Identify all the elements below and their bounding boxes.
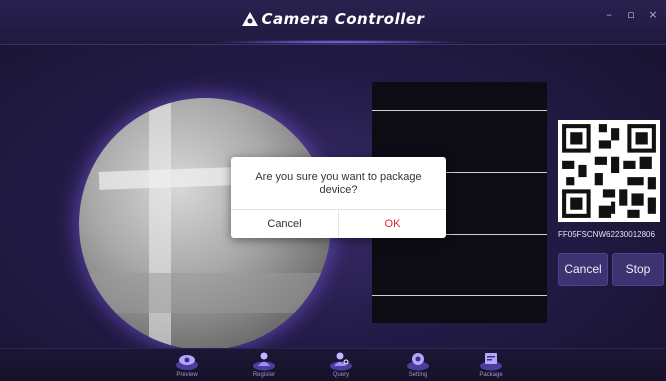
nav-label: Query bbox=[332, 372, 350, 378]
minimize-button[interactable]: – bbox=[602, 8, 616, 21]
app-title: Camera Controller bbox=[261, 10, 425, 28]
app-title-container: Camera Controller bbox=[0, 10, 666, 28]
app-window: Camera Controller – ▫ × FF05FSCNW6223001… bbox=[0, 0, 666, 381]
user-icon bbox=[253, 352, 275, 371]
package-icon bbox=[480, 353, 502, 371]
title-bar: Camera Controller – ▫ × bbox=[0, 0, 666, 45]
qr-code bbox=[558, 120, 660, 222]
gear-icon bbox=[407, 353, 429, 371]
device-serial-number: FF05FSCNW62230012806 bbox=[558, 230, 655, 239]
nav-item-setting[interactable]: Setting bbox=[394, 351, 442, 378]
stop-button[interactable]: Stop bbox=[612, 253, 664, 286]
nav-item-preview[interactable]: Preview bbox=[163, 351, 211, 378]
nav-item-package[interactable]: Package bbox=[467, 351, 515, 378]
cancel-button[interactable]: Cancel bbox=[558, 253, 608, 286]
nav-item-register[interactable]: Register bbox=[240, 351, 288, 378]
dialog-cancel-button[interactable]: Cancel bbox=[231, 210, 338, 238]
nav-label: Package bbox=[479, 372, 503, 378]
bottom-nav: Preview Register Query Setting Package bbox=[0, 348, 666, 381]
nav-label: Preview bbox=[176, 372, 198, 378]
eye-icon bbox=[176, 355, 198, 370]
scan-line bbox=[372, 295, 547, 296]
scan-line bbox=[372, 110, 547, 111]
dialog-message: Are you sure you want to package device? bbox=[255, 171, 422, 196]
camera-logo-icon bbox=[241, 12, 258, 26]
close-button[interactable]: × bbox=[646, 8, 660, 21]
nav-label: Register bbox=[252, 372, 276, 378]
title-glow bbox=[210, 40, 470, 44]
maximize-button[interactable]: ▫ bbox=[624, 8, 638, 21]
nav-label: Setting bbox=[408, 372, 428, 378]
user-search-icon bbox=[330, 352, 352, 371]
confirm-dialog: Are you sure you want to package device?… bbox=[231, 157, 446, 238]
nav-item-query[interactable]: Query bbox=[317, 351, 365, 378]
dialog-ok-button[interactable]: OK bbox=[339, 210, 446, 238]
